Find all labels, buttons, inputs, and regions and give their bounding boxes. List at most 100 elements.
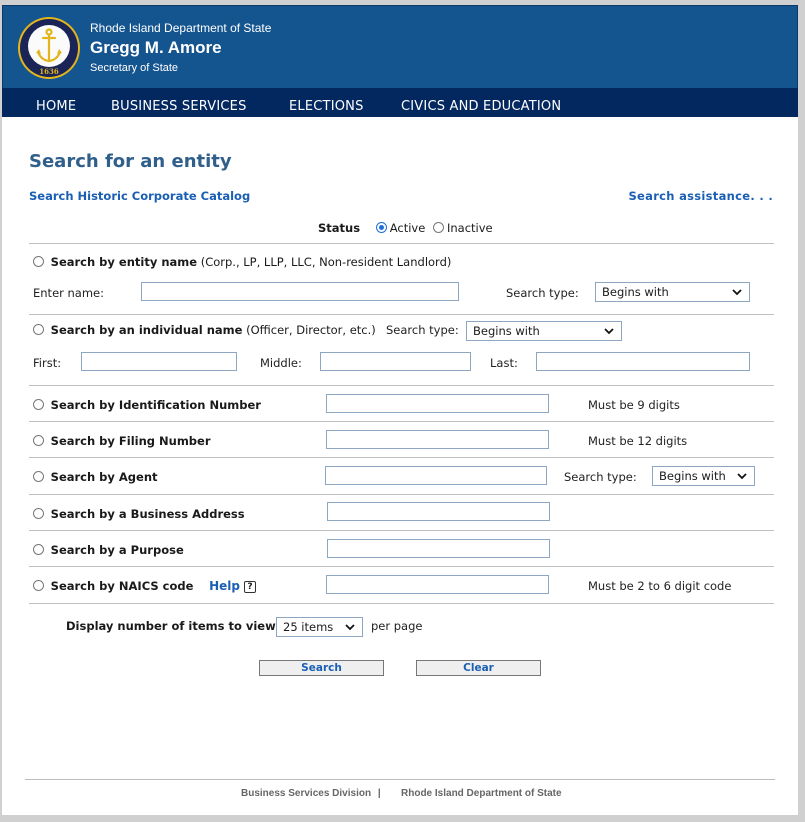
chevron-down-icon [604,328,614,335]
individual-name-hint: (Officer, Director, etc.) [246,323,376,337]
identification-number-note: Must be 9 digits [588,398,680,412]
business-address-radio[interactable] [33,508,44,519]
divider [29,603,774,604]
individual-search-type-select[interactable]: Begins with [466,321,622,341]
divider [29,494,774,495]
divider [29,421,774,422]
divider [29,385,774,386]
search-button[interactable]: Search [259,660,384,676]
entity-name-label[interactable]: Search by entity name [51,255,197,269]
purpose-radio[interactable] [33,544,44,555]
question-mark-icon[interactable]: ? [243,581,256,593]
enter-name-label: Enter name: [33,286,105,300]
naics-note: Must be 2 to 6 digit code [588,579,732,593]
individual-search-type-label: Search type: [386,323,459,337]
agent-search-type-label: Search type: [564,470,637,484]
seal-year: 1636 [39,67,59,76]
items-per-page-label-text: Display number of items to view: [66,619,281,633]
chevron-down-icon [732,289,742,296]
business-address-input[interactable] [327,502,550,521]
items-per-page-label: Display number of items to view: [66,619,280,633]
entity-name-option: Search by entity name (Corp., LP, LLP, L… [33,255,451,269]
middle-name-label: Middle: [260,356,302,370]
clear-button[interactable]: Clear [416,660,541,676]
footer-division-link[interactable]: Business Services Division | [241,788,381,799]
items-per-page-select[interactable]: 25 items [276,617,363,637]
entity-name-input[interactable] [141,282,459,301]
status-active-radio[interactable] [375,222,387,233]
filing-number-option: Search by Filing Number [33,434,211,448]
page: 1636 Rhode Island Department of State Gr… [2,5,798,815]
nav-elections[interactable]: ELECTIONS [289,99,364,114]
nav-home[interactable]: HOME [36,99,76,114]
business-address-option: Search by a Business Address [33,507,245,521]
filing-number-input[interactable] [326,430,549,449]
middle-name-input[interactable] [320,352,471,371]
entity-name-radio[interactable] [33,256,44,267]
identification-number-input[interactable] [326,394,549,413]
last-name-label: Last: [490,356,518,370]
entity-name-hint: (Corp., LP, LLP, LLC, Non-resident Landl… [200,255,452,269]
entity-search-type-label: Search type: [506,286,579,300]
chevron-down-icon [345,624,355,631]
purpose-label[interactable]: Search by a Purpose [51,543,184,557]
filing-number-note: Must be 12 digits [588,434,688,448]
naics-radio[interactable] [33,580,44,591]
footer-separator: | [377,788,381,799]
entity-search-type-value: Begins with [602,285,669,299]
agent-radio[interactable] [33,471,44,482]
organization-name: Rhode Island Department of State [90,21,272,35]
agent-search-type-value: Begins with [659,469,726,483]
purpose-input[interactable] [327,539,550,558]
agent-input[interactable] [325,466,547,485]
identification-number-option: Search by Identification Number [33,398,261,412]
individual-name-label[interactable]: Search by an individual name [51,323,243,337]
identification-number-radio[interactable] [33,399,44,410]
divider [29,243,774,244]
search-assistance-link[interactable]: Search assistance. . . [628,189,773,203]
status-active-label[interactable]: Active [390,221,426,235]
page-title: Search for an entity [29,151,232,172]
business-address-label[interactable]: Search by a Business Address [51,507,245,521]
state-seal-anchor-icon[interactable]: 1636 [17,16,81,80]
last-name-input[interactable] [536,352,750,371]
footer-divider [25,779,775,780]
status-label: Status [318,221,361,235]
status-inactive-radio[interactable] [432,222,444,233]
divider [29,457,774,458]
divider [29,530,774,531]
items-per-page-value: 25 items [283,620,334,634]
purpose-option: Search by a Purpose [33,543,184,557]
nav-business-services[interactable]: BUSINESS SERVICES [111,99,247,114]
status-group: Status Active Inactive [318,221,493,235]
naics-help-link[interactable]: Help [209,579,240,593]
official-name: Gregg M. Amore [90,38,222,57]
filing-number-label[interactable]: Search by Filing Number [51,434,211,448]
agent-label[interactable]: Search by Agent [51,470,158,484]
chevron-down-icon [737,473,747,480]
identification-number-label[interactable]: Search by Identification Number [51,398,261,412]
naics-option: Search by NAICS code Help? [33,579,256,593]
agent-option: Search by Agent [33,470,158,484]
individual-search-type-value: Begins with [473,324,540,338]
per-page-label: per page [371,619,423,633]
main-nav: HOME BUSINESS SERVICES ELECTIONS CIVICS … [2,88,798,117]
historic-catalog-link[interactable]: Search Historic Corporate Catalog [29,189,250,203]
agent-search-type-select[interactable]: Begins with [652,466,755,486]
filing-number-radio[interactable] [33,435,44,446]
first-name-input[interactable] [81,352,237,371]
entity-search-type-select[interactable]: Begins with [595,282,750,302]
header-banner: 1636 Rhode Island Department of State Gr… [2,5,798,88]
status-inactive-label[interactable]: Inactive [447,221,493,235]
naics-input[interactable] [326,575,549,594]
individual-name-radio[interactable] [33,324,44,335]
individual-name-option: Search by an individual name (Officer, D… [33,323,376,337]
official-title: Secretary of State [90,62,179,74]
footer-division[interactable]: Business Services Division [241,788,371,799]
naics-label[interactable]: Search by NAICS code [51,579,194,593]
divider [29,314,774,315]
divider [29,566,774,567]
nav-civics-and-education[interactable]: CIVICS AND EDUCATION [401,99,561,114]
first-name-label: First: [33,356,62,370]
footer-department-link[interactable]: Rhode Island Department of State [401,788,562,799]
